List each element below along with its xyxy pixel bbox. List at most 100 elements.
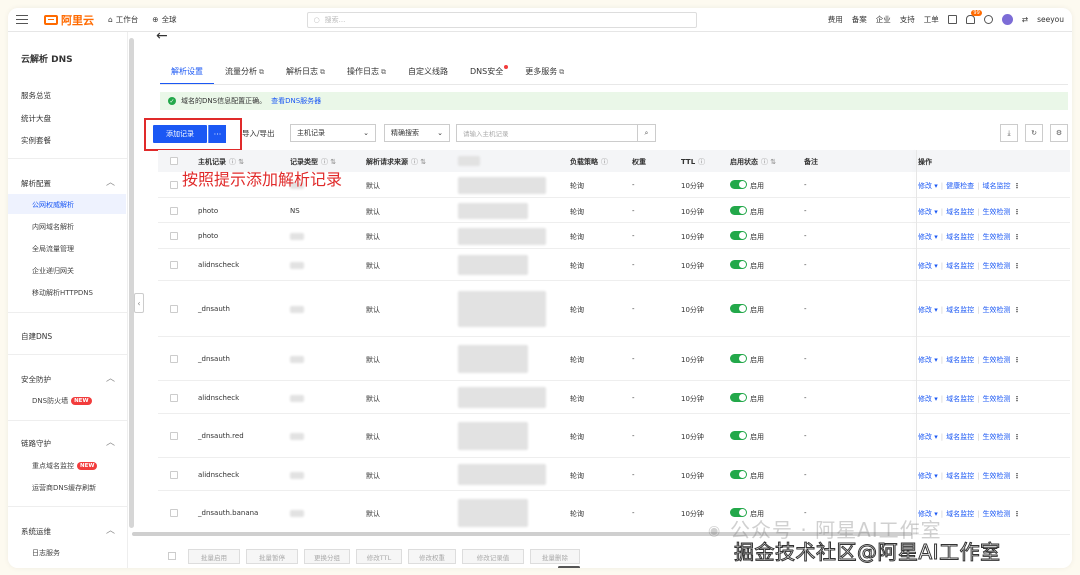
import-export-button[interactable]: 导入/导出: [242, 125, 275, 143]
scroll-handle[interactable]: [558, 566, 580, 568]
link-ticket[interactable]: 工单: [924, 14, 939, 25]
row-action-link[interactable]: 生效检测: [982, 395, 1010, 403]
caret-down-icon[interactable]: ▾: [932, 182, 938, 190]
select-all-checkbox[interactable]: [170, 157, 178, 165]
batch-pause-button[interactable]: 批量暂停: [246, 549, 298, 564]
sidebar-group-ops[interactable]: 系统运维: [21, 526, 51, 537]
caret-down-icon[interactable]: ▾: [932, 306, 938, 314]
sidebar-item-overview[interactable]: 服务总览: [21, 90, 51, 101]
row-checkbox[interactable]: [170, 509, 178, 517]
caret-down-icon[interactable]: ▾: [932, 472, 938, 480]
status-toggle[interactable]: [730, 180, 747, 189]
sidebar-item-instances[interactable]: 实例套餐: [21, 135, 51, 146]
add-record-button[interactable]: 添加记录: [153, 125, 207, 143]
select-all-footer-checkbox[interactable]: [168, 552, 176, 560]
tab-settings[interactable]: 解析设置: [160, 62, 214, 85]
status-toggle[interactable]: [730, 206, 747, 215]
more-vertical-icon[interactable]: ⋮: [1013, 510, 1020, 518]
link-support[interactable]: 支持: [900, 14, 915, 25]
caret-down-icon[interactable]: ▾: [932, 356, 938, 364]
tab-dns-security[interactable]: DNS安全: [459, 62, 514, 85]
row-action-link[interactable]: 修改: [918, 233, 932, 241]
modify-value-button[interactable]: 修改记录值: [462, 549, 524, 564]
aliyun-logo[interactable]: 阿里云: [44, 12, 94, 28]
more-vertical-icon[interactable]: ⋮: [1013, 472, 1020, 480]
row-action-link[interactable]: 生效检测: [982, 208, 1010, 216]
caret-down-icon[interactable]: ▾: [932, 208, 938, 216]
filter-mode-select[interactable]: 精确搜索 ⌄: [384, 124, 450, 142]
row-action-link[interactable]: 修改: [918, 395, 932, 403]
row-action-link[interactable]: 生效检测: [982, 433, 1010, 441]
sidebar-item-log[interactable]: 日志服务: [32, 548, 60, 558]
row-checkbox[interactable]: [170, 394, 178, 402]
sidebar-item-stats[interactable]: 统计大盘: [21, 113, 51, 124]
more-vertical-icon[interactable]: ⋮: [1013, 182, 1020, 190]
status-toggle[interactable]: [730, 304, 747, 313]
row-action-link[interactable]: 域名监控: [946, 395, 974, 403]
change-group-button[interactable]: 更换分组: [304, 549, 350, 564]
row-action-link[interactable]: 生效检测: [982, 306, 1010, 314]
row-action-link[interactable]: 修改: [918, 472, 932, 480]
sidebar-item-cache[interactable]: 运营商DNS缓存刷新: [32, 483, 96, 493]
ai-assistant-icon[interactable]: [1001, 14, 1013, 25]
bell-icon[interactable]: 99: [965, 10, 982, 24]
row-action-link[interactable]: 修改: [918, 356, 932, 364]
chevron-up-icon[interactable]: ︿: [106, 435, 115, 448]
col-source[interactable]: 解析请求来源 ⓘ ⇅: [366, 157, 426, 167]
row-checkbox[interactable]: [170, 232, 178, 240]
tab-op-log[interactable]: 操作日志 ⧉: [336, 62, 397, 85]
caret-down-icon[interactable]: ▾: [932, 262, 938, 270]
sidebar-scrollbar[interactable]: [129, 38, 134, 528]
row-action-link[interactable]: 修改: [918, 208, 932, 216]
batch-delete-button[interactable]: 批量删除: [530, 549, 580, 564]
tab-dns-log[interactable]: 解析日志 ⧉: [275, 62, 336, 85]
global-search-input[interactable]: ○ 搜索...: [306, 11, 697, 28]
chevron-up-icon[interactable]: ︿: [106, 175, 115, 188]
row-checkbox[interactable]: [170, 305, 178, 313]
status-toggle[interactable]: [730, 354, 747, 363]
sidebar-item-firewall[interactable]: DNS防火墙 NEW: [32, 396, 92, 406]
col-status[interactable]: 启用状态 ⓘ ⇅: [730, 157, 776, 167]
chevron-up-icon[interactable]: ︿: [106, 523, 115, 536]
row-action-link[interactable]: 域名监控: [946, 433, 974, 441]
sidebar-group-config[interactable]: 解析配置: [21, 178, 51, 189]
more-vertical-icon[interactable]: ⋮: [1013, 208, 1020, 216]
region-selector[interactable]: ⊕ 全球: [152, 14, 176, 25]
status-toggle[interactable]: [730, 231, 747, 240]
language-icon[interactable]: ⇄: [1022, 15, 1028, 24]
link-fee[interactable]: 费用: [828, 14, 843, 25]
page-title-back-arrow[interactable]: ←: [156, 28, 168, 44]
more-vertical-icon[interactable]: ⋮: [1013, 306, 1020, 314]
modify-ttl-button[interactable]: 修改TTL: [356, 549, 402, 564]
user-name[interactable]: seeyou: [1037, 15, 1064, 24]
help-icon[interactable]: [983, 15, 993, 24]
message-icon[interactable]: [947, 15, 957, 24]
status-toggle[interactable]: [730, 431, 747, 440]
view-dns-servers-link[interactable]: 查看DNS服务器: [271, 96, 321, 106]
record-search-input[interactable]: 请输入主机记录 ⌕: [456, 124, 656, 142]
row-action-link[interactable]: 生效检测: [982, 472, 1010, 480]
sidebar-item-gtm[interactable]: 全局流量管理: [32, 244, 74, 254]
row-checkbox[interactable]: [170, 181, 178, 189]
link-enterprise[interactable]: 企业: [876, 14, 891, 25]
tab-more-services[interactable]: 更多服务 ⧉: [514, 62, 575, 85]
row-checkbox[interactable]: [170, 471, 178, 479]
row-action-link[interactable]: 域名监控: [946, 262, 974, 270]
collapse-sidebar-button[interactable]: ‹: [134, 293, 144, 313]
row-checkbox[interactable]: [170, 261, 178, 269]
tab-traffic[interactable]: 流量分析 ⧉: [214, 62, 275, 85]
more-actions-button[interactable]: ···: [208, 125, 226, 143]
status-toggle[interactable]: [730, 470, 747, 479]
more-vertical-icon[interactable]: ⋮: [1013, 433, 1020, 441]
chevron-up-icon[interactable]: ︿: [106, 371, 115, 384]
sidebar-item-httpdns[interactable]: 移动解析HTTPDNS: [32, 288, 93, 298]
status-toggle[interactable]: [730, 260, 747, 269]
workbench-link[interactable]: ⌂ 工作台: [108, 14, 138, 25]
refresh-icon[interactable]: ↻: [1025, 124, 1043, 142]
row-action-link[interactable]: 生效检测: [982, 510, 1010, 518]
row-checkbox[interactable]: [170, 207, 178, 215]
more-vertical-icon[interactable]: ⋮: [1013, 262, 1020, 270]
search-icon[interactable]: ⌕: [637, 125, 655, 141]
more-vertical-icon[interactable]: ⋮: [1013, 395, 1020, 403]
link-beian[interactable]: 备案: [852, 14, 867, 25]
